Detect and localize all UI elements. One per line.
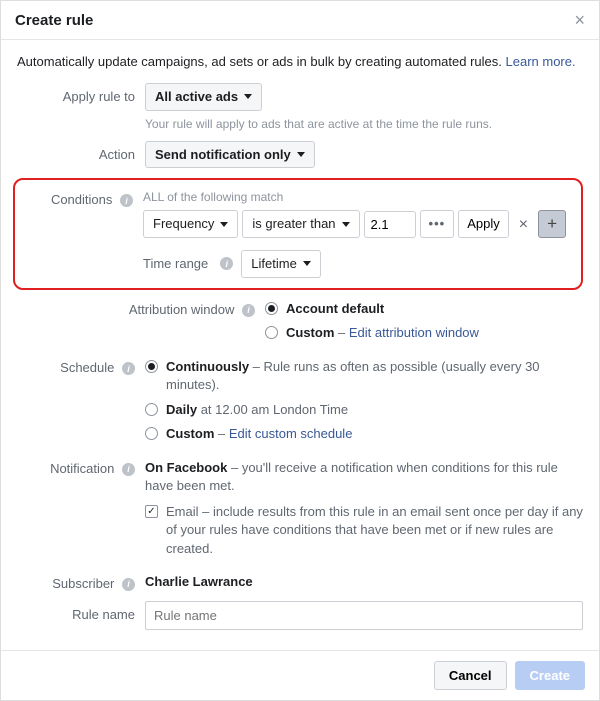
- apply-dropdown-value: All active ads: [155, 89, 238, 105]
- label-schedule-text: Schedule: [60, 360, 114, 375]
- label-notification: Notification i: [17, 459, 145, 476]
- condition-apply-button[interactable]: Apply: [458, 210, 509, 238]
- caret-down-icon: [303, 261, 311, 266]
- label-subscriber: Subscriber i: [17, 574, 145, 591]
- row-conditions: Conditions i ALL of the following match …: [15, 190, 573, 278]
- field-subscriber: Charlie Lawrance: [145, 574, 583, 589]
- notification-email-row[interactable]: ✓ Email – include results from this rule…: [145, 503, 583, 558]
- label-notification-text: Notification: [50, 461, 114, 476]
- attribution-opt1: Account default: [286, 300, 384, 318]
- schedule-opt2-title: Daily: [166, 402, 197, 417]
- info-icon[interactable]: i: [122, 463, 135, 476]
- condition-line: Frequency is greater than ••• Apply × +: [143, 210, 573, 238]
- field-apply: All active ads Your rule will apply to a…: [145, 83, 583, 131]
- condition-operator-value: is greater than: [252, 216, 335, 232]
- row-action: Action Send notification only: [17, 141, 583, 169]
- action-dropdown-value: Send notification only: [155, 147, 291, 163]
- label-conditions-text: Conditions: [51, 192, 112, 207]
- time-range-row: Time range i Lifetime: [143, 250, 573, 278]
- time-range-value: Lifetime: [251, 256, 297, 272]
- caret-down-icon: [297, 152, 305, 157]
- create-rule-modal: Create rule × Automatically update campa…: [0, 0, 600, 701]
- attribution-opt-default[interactable]: Account default: [265, 300, 583, 318]
- intro-text: Automatically update campaigns, ad sets …: [17, 54, 583, 69]
- radio-icon: [265, 326, 278, 339]
- label-apply: Apply rule to: [17, 83, 145, 104]
- modal-footer: Cancel Create: [1, 650, 599, 700]
- field-conditions: ALL of the following match Frequency is …: [143, 190, 573, 278]
- cancel-button[interactable]: Cancel: [434, 661, 507, 690]
- row-subscriber: Subscriber i Charlie Lawrance: [17, 574, 583, 591]
- row-apply: Apply rule to All active ads Your rule w…: [17, 83, 583, 131]
- apply-dropdown[interactable]: All active ads: [145, 83, 262, 111]
- info-icon[interactable]: i: [242, 304, 255, 317]
- schedule-opt2-desc: at 12.00 am London Time: [197, 402, 348, 417]
- condition-remove-icon[interactable]: ×: [513, 213, 534, 236]
- label-subscriber-text: Subscriber: [52, 576, 114, 591]
- label-action: Action: [17, 141, 145, 162]
- condition-more-button[interactable]: •••: [420, 210, 455, 238]
- field-notification: On Facebook – you'll receive a notificat…: [145, 459, 583, 564]
- caret-down-icon: [220, 222, 228, 227]
- intro-sentence: Automatically update campaigns, ad sets …: [17, 54, 502, 69]
- conditions-highlight: Conditions i ALL of the following match …: [13, 178, 583, 290]
- condition-field-value: Frequency: [153, 216, 214, 232]
- caret-down-icon: [342, 222, 350, 227]
- action-dropdown[interactable]: Send notification only: [145, 141, 315, 169]
- condition-value-input[interactable]: [364, 211, 416, 238]
- notification-facebook: On Facebook – you'll receive a notificat…: [145, 459, 583, 495]
- info-icon[interactable]: i: [120, 194, 133, 207]
- apply-helper: Your rule will apply to ads that are act…: [145, 117, 583, 131]
- schedule-opt3-title: Custom: [166, 426, 214, 441]
- schedule-opt-custom[interactable]: Custom – Edit custom schedule: [145, 425, 583, 443]
- attribution-opt2: Custom: [286, 325, 334, 340]
- label-rulename: Rule name: [17, 601, 145, 622]
- conditions-header: ALL of the following match: [143, 190, 573, 204]
- field-action: Send notification only: [145, 141, 583, 169]
- radio-icon: [145, 360, 158, 373]
- time-range-dropdown[interactable]: Lifetime: [241, 250, 321, 278]
- label-attribution-text: Attribution window: [129, 302, 235, 317]
- edit-schedule-link[interactable]: Edit custom schedule: [229, 426, 353, 441]
- rule-name-input[interactable]: [145, 601, 583, 630]
- attribution-opt-custom[interactable]: Custom – Edit attribution window: [265, 324, 583, 342]
- edit-attribution-link[interactable]: Edit attribution window: [349, 325, 479, 340]
- condition-field-dropdown[interactable]: Frequency: [143, 210, 238, 238]
- info-icon[interactable]: i: [122, 578, 135, 591]
- create-button[interactable]: Create: [515, 661, 585, 690]
- modal-title: Create rule: [15, 12, 93, 29]
- schedule-opt-daily[interactable]: Daily at 12.00 am London Time: [145, 401, 583, 419]
- condition-operator-dropdown[interactable]: is greater than: [242, 210, 359, 238]
- learn-more-link[interactable]: Learn more.: [506, 54, 576, 69]
- radio-icon: [265, 302, 278, 315]
- notification-email-label: Email: [166, 504, 199, 519]
- modal-header: Create rule ×: [1, 1, 599, 40]
- label-schedule: Schedule i: [17, 358, 145, 375]
- info-icon[interactable]: i: [220, 257, 233, 270]
- caret-down-icon: [244, 94, 252, 99]
- modal-body: Automatically update campaigns, ad sets …: [1, 40, 599, 650]
- condition-add-button[interactable]: +: [538, 210, 566, 238]
- row-attribution: Attribution window i Account default Cus…: [17, 300, 583, 348]
- radio-icon: [145, 403, 158, 416]
- radio-icon: [145, 427, 158, 440]
- time-range-label: Time range: [143, 256, 208, 271]
- checkbox-icon: ✓: [145, 505, 158, 518]
- field-attribution: Account default Custom – Edit attributio…: [265, 300, 583, 348]
- schedule-opt1-title: Continuously: [166, 359, 249, 374]
- notification-title: On Facebook: [145, 460, 227, 475]
- row-notification: Notification i On Facebook – you'll rece…: [17, 459, 583, 564]
- schedule-opt-continuous[interactable]: Continuously – Rule runs as often as pos…: [145, 358, 583, 394]
- notification-email-desc: – include results from this rule in an e…: [166, 504, 583, 555]
- subscriber-value: Charlie Lawrance: [145, 574, 253, 589]
- info-icon[interactable]: i: [122, 362, 135, 375]
- field-rulename: [145, 601, 583, 630]
- close-icon[interactable]: ×: [574, 11, 585, 29]
- row-schedule: Schedule i Continuously – Rule runs as o…: [17, 358, 583, 449]
- label-conditions: Conditions i: [15, 190, 143, 207]
- row-rulename: Rule name: [17, 601, 583, 630]
- field-schedule: Continuously – Rule runs as often as pos…: [145, 358, 583, 449]
- label-attribution: Attribution window i: [17, 300, 265, 317]
